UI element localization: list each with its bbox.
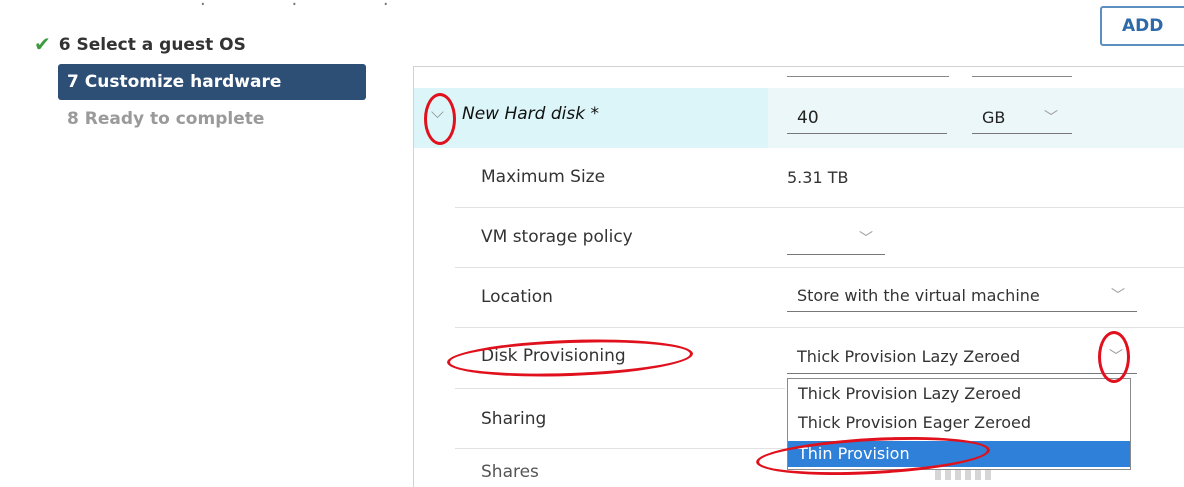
option-thin-provision[interactable]: Thin Provision [788, 441, 1130, 467]
previous-field-underline [972, 76, 1072, 77]
check-icon: ✔ [34, 32, 51, 56]
provisioning-value: Thick Provision Lazy Zeroed [797, 347, 1021, 366]
location-select[interactable]: Store with the virtual machine ﹀ [787, 280, 1137, 312]
chevron-down-icon[interactable]: ⌵ [431, 103, 444, 123]
step-select-guest-os[interactable]: ✔ 6 Select a guest OS [34, 26, 246, 60]
chevron-down-icon: ﹀ [1044, 110, 1058, 126]
vm-storage-policy-select[interactable]: ﹀ [787, 224, 885, 255]
step-label: 8 Ready to complete [67, 109, 265, 129]
sharing-label: Sharing [481, 409, 547, 429]
row-divider [455, 207, 1184, 208]
option-thick-lazy-zeroed[interactable]: Thick Provision Lazy Zeroed [788, 381, 1130, 407]
row-divider [455, 267, 1184, 268]
step-customize-hardware[interactable]: 7 Customize hardware [58, 64, 366, 100]
step-label: 6 Select a guest OS [58, 35, 246, 55]
step-ready-to-complete: 8 Ready to complete [58, 102, 264, 136]
unit-value: GB [982, 108, 1006, 127]
disk-provisioning-label: Disk Provisioning [481, 346, 626, 366]
row-divider [455, 388, 785, 389]
chevron-down-icon: ﹀ [1111, 288, 1125, 304]
hard-disk-title: New Hard disk * [462, 104, 599, 124]
shares-label: Shares [481, 462, 539, 482]
location-value: Store with the virtual machine [797, 286, 1040, 305]
disk-size-input[interactable]: 40 [787, 102, 947, 134]
disk-provisioning-options-list[interactable]: Thick Provision Lazy Zeroed Thick Provis… [787, 378, 1131, 470]
step-label: 7 Customize hardware [67, 72, 282, 92]
option-thick-eager-zeroed[interactable]: Thick Provision Eager Zeroed [788, 410, 1130, 436]
add-device-button[interactable]: ADD [1100, 6, 1184, 46]
disk-provisioning-select[interactable]: Thick Provision Lazy Zeroed ﹀ [787, 340, 1137, 374]
previous-field-underline [787, 76, 949, 77]
maximum-size-label: Maximum Size [481, 167, 606, 187]
vm-storage-policy-label: VM storage policy [481, 227, 633, 247]
scrolled-content-fragment: · · · [200, 0, 429, 15]
location-label: Location [481, 287, 553, 307]
row-divider [455, 327, 1184, 328]
row-divider [455, 448, 785, 449]
disk-size-unit-select[interactable]: GB ﹀ [972, 102, 1072, 134]
chevron-down-icon: ﹀ [859, 231, 873, 247]
chevron-down-icon[interactable]: ﹀ [1109, 340, 1123, 374]
maximum-size-value: 5.31 TB [787, 168, 849, 187]
